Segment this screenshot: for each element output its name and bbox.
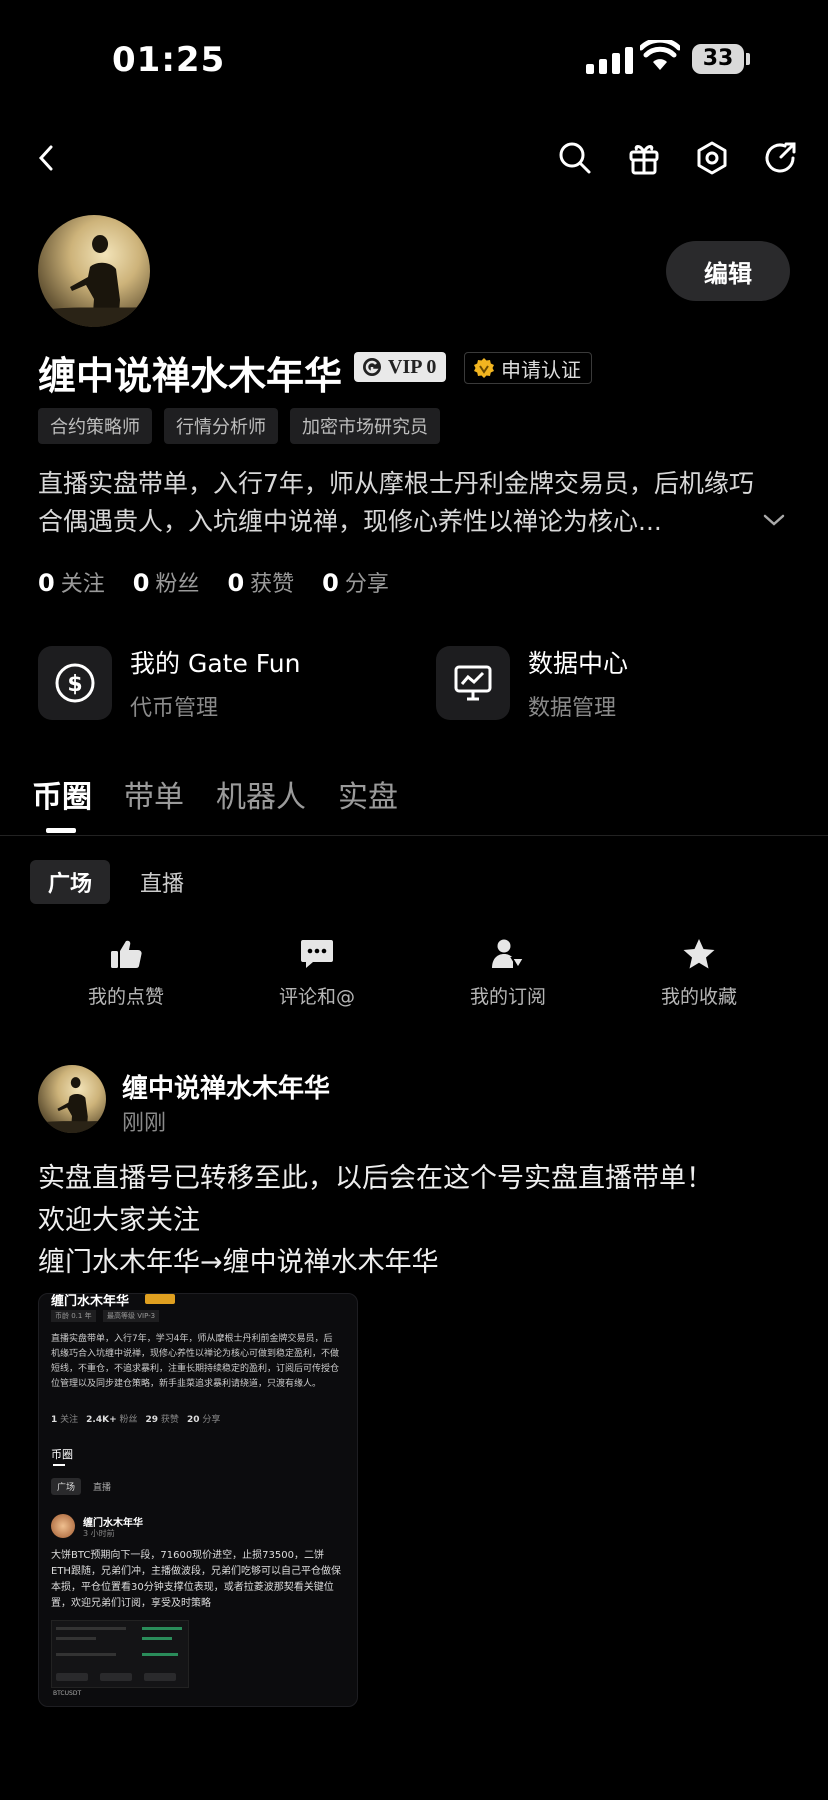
tag: 合约策略师 (38, 408, 152, 444)
embed-tag: 币龄 0.1 年 (51, 1310, 96, 1322)
service-subtitle: 数据管理 (528, 696, 617, 721)
post-line: 缠门水木年华→缠中说禅水木年华 (38, 1247, 439, 1278)
post-author-avatar[interactable] (38, 1065, 106, 1133)
post-image[interactable]: 缠门水木年华 币龄 0.1 年 最高等级 VIP-3 直播实盘带单，入行7年，学… (38, 1293, 358, 1707)
star-icon (683, 939, 715, 969)
share-icon[interactable] (760, 138, 800, 178)
data-center-card[interactable]: 数据中心 数据管理 (436, 644, 628, 722)
subtab-square[interactable]: 广场 (30, 860, 111, 904)
gate-fun-card[interactable]: $ 我的 Gate Fun 代币管理 (38, 644, 300, 722)
post-time: 刚刚 (122, 1111, 167, 1136)
embed-trade-card (51, 1620, 189, 1688)
verify-button[interactable]: 申请认证 (464, 352, 592, 384)
embed-tab: 币圈 (51, 1448, 73, 1461)
content-tabs: 币圈 带单 机器人 实盘 (32, 772, 398, 816)
stat-shares[interactable]: 0 分享 (322, 566, 389, 598)
post-line: 欢迎大家关注 (38, 1205, 200, 1236)
stats-row: 0 关注 0 粉丝 0 获赞 0 分享 (38, 566, 389, 598)
embed-avatar (51, 1514, 75, 1538)
action-label: 我的订阅 (469, 986, 546, 1008)
wifi-icon (638, 37, 682, 76)
stat-followers[interactable]: 0 粉丝 (133, 566, 200, 598)
tag: 加密市场研究员 (290, 408, 440, 444)
embed-ticker: BTCUSDT (53, 1690, 82, 1697)
my-subscriptions-button[interactable]: 我的订阅 (413, 938, 603, 1009)
search-icon[interactable] (555, 138, 595, 178)
action-label: 我的点赞 (87, 986, 164, 1008)
battery-indicator: 33 (692, 44, 744, 74)
service-title: 我的 Gate Fun (130, 649, 301, 678)
embed-subtab: 直播 (93, 1483, 112, 1493)
avatar[interactable] (38, 215, 150, 327)
chevron-down-icon[interactable] (762, 512, 786, 532)
tab-crypto-circle[interactable]: 币圈 (32, 772, 92, 816)
verified-badge-icon (474, 358, 494, 378)
subscribe-user-icon (492, 939, 526, 970)
my-favorites-button[interactable]: 我的收藏 (604, 938, 794, 1009)
post-author-name[interactable]: 缠中说禅水木年华 (122, 1068, 330, 1105)
service-subtitle: 代币管理 (130, 696, 219, 721)
embed-tab-underline (53, 1464, 65, 1466)
tab-live-trading[interactable]: 实盘 (338, 772, 398, 816)
active-tab-indicator (46, 828, 76, 833)
verify-label: 申请认证 (501, 357, 581, 382)
status-time: 01:25 (112, 40, 226, 80)
embed-tag: 最高等级 VIP-3 (103, 1310, 160, 1322)
tag: 行情分析师 (164, 408, 278, 444)
post-line: 实盘直播号已转移至此，以后会在这个号实盘直播带单！ (38, 1163, 713, 1194)
action-label: 我的收藏 (660, 986, 737, 1008)
thumbs-up-icon (111, 940, 142, 968)
embed-subtab: 广场 (51, 1478, 82, 1495)
embed-post-text: 大饼BTC预期向下一段，71600现价进空，止损73500，二饼ETH跟随，兄弟… (51, 1550, 341, 1609)
embed-username: 缠门水木年华 (51, 1294, 130, 1309)
cellular-signal-icon (586, 46, 633, 74)
service-title: 数据中心 (528, 649, 629, 678)
tab-copy-trading[interactable]: 带单 (124, 772, 184, 816)
vip-badge[interactable]: VIP 0 (354, 352, 447, 382)
embed-post-author: 缠门水木年华 (83, 1518, 143, 1529)
tab-bots[interactable]: 机器人 (216, 772, 306, 816)
gift-icon[interactable] (624, 138, 664, 178)
stat-following[interactable]: 0 关注 (38, 566, 105, 598)
embed-vip-badge (145, 1294, 175, 1304)
action-label: 评论和@ (278, 986, 355, 1008)
embed-stats: 1 关注 2.4K+ 粉丝 29 获赞 20 分享 (51, 1415, 221, 1425)
vip-logo-icon (363, 358, 381, 376)
bio-text: 直播实盘带单，入行7年，师从摩根士丹利金牌交易员，后机缘巧合偶遇贵人，入坑缠中说… (38, 469, 754, 536)
edit-button[interactable]: 编辑 (666, 241, 790, 301)
back-icon[interactable] (26, 138, 66, 178)
svg-text:$: $ (67, 672, 82, 697)
comment-icon (301, 940, 333, 968)
username: 缠中说禅水木年华 (38, 354, 343, 398)
my-likes-button[interactable]: 我的点赞 (31, 938, 221, 1009)
dollar-circle-icon: $ (38, 646, 112, 720)
stat-likes[interactable]: 0 获赞 (227, 566, 294, 598)
settings-icon[interactable] (692, 138, 732, 178)
embed-post-time: 3 小时前 (83, 1529, 115, 1538)
divider (0, 835, 828, 836)
tag-list: 合约策略师 行情分析师 加密市场研究员 (38, 408, 440, 444)
vip-label: VIP 0 (388, 355, 437, 378)
embed-bio: 直播实盘带单，入行7年，学习4年，师从摩根士丹利前金牌交易员，后机缘巧合入坑缠中… (51, 1334, 340, 1389)
post-text: 实盘直播号已转移至此，以后会在这个号实盘直播带单！ 欢迎大家关注 缠门水木年华→… (38, 1158, 798, 1284)
comments-mentions-button[interactable]: 评论和@ (222, 938, 412, 1009)
chart-monitor-icon (436, 646, 510, 720)
battery-tip (746, 53, 750, 65)
subtab-live[interactable]: 直播 (122, 860, 202, 904)
